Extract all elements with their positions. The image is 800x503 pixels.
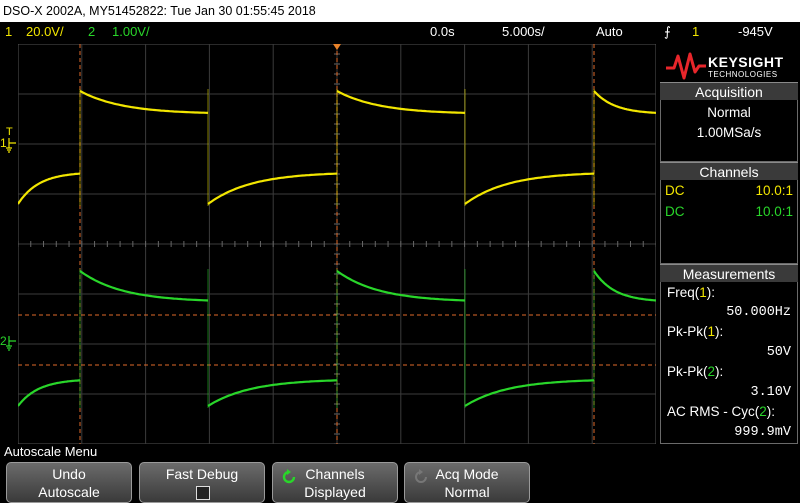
fast-debug-button[interactable]: Fast Debug: [139, 462, 265, 503]
acq-mode-button[interactable]: Acq Mode Normal: [404, 462, 530, 503]
svg-text:2: 2: [0, 334, 7, 348]
acq-mode-line2: Normal: [444, 484, 490, 500]
fast-debug-label: Fast Debug: [165, 466, 239, 482]
channels-displayed-button[interactable]: Channels Displayed: [272, 462, 398, 503]
status-bar: 1 20.0V/ 2 1.00V/ 0.0s 5.000s/ Auto ⨍ 1 …: [0, 22, 800, 42]
trigger-channel[interactable]: 1: [692, 22, 699, 42]
meas-pkpk2-label: Pk-Pk(2):: [667, 364, 724, 379]
ch1-scale[interactable]: 20.0V/: [26, 22, 64, 42]
ch2-label[interactable]: 2: [88, 22, 95, 42]
fast-debug-checkbox[interactable]: [196, 486, 210, 500]
acquisition-header[interactable]: Acquisition: [660, 82, 798, 100]
meas-pkpk1-value: 50V: [766, 345, 791, 360]
acquisition-rate: 1.00MSa/s: [696, 125, 762, 140]
ch1-ground-marker[interactable]: 1: [0, 132, 18, 154]
ch1-coupling: DC: [665, 183, 685, 198]
time-delay[interactable]: 0.0s: [430, 22, 455, 42]
ch1-ground-icon: 1: [0, 136, 16, 153]
ch2-ground-marker[interactable]: 2: [0, 330, 18, 352]
channels-box: DC 10.0:1 DC 10.0:1: [660, 180, 798, 264]
undo-autoscale-button[interactable]: Undo Autoscale: [6, 462, 132, 503]
waveform-canvas: [18, 44, 656, 444]
trigger-mode[interactable]: Auto: [596, 22, 623, 42]
keysight-logo: KEYSIGHT TECHNOLOGIES: [660, 46, 798, 86]
menu-title: Autoscale Menu: [0, 444, 800, 460]
acquisition-box: Normal 1.00MSa/s: [660, 100, 798, 162]
info-panel: KEYSIGHT TECHNOLOGIES Acquisition Normal…: [658, 44, 800, 444]
ch2-coupling: DC: [665, 204, 685, 219]
meas-acrms-label: AC RMS - Cyc(2):: [667, 404, 776, 419]
ch1-label[interactable]: 1: [5, 22, 12, 42]
ch1-probe: 10.0:1: [755, 183, 793, 198]
brand-name: KEYSIGHT: [708, 54, 784, 70]
channels-header[interactable]: Channels: [660, 162, 798, 180]
meas-freq-value: 50.000Hz: [726, 305, 791, 320]
trigger-position-marker: [333, 44, 341, 50]
waveform-display[interactable]: [18, 44, 656, 444]
meas-pkpk2-value: 3.10V: [750, 385, 791, 400]
softkey-bar: Undo Autoscale Fast Debug Channels Displ…: [0, 460, 800, 503]
svg-text:1: 1: [0, 136, 7, 150]
keysight-wave-icon: [666, 52, 706, 80]
trigger-level[interactable]: -945V: [738, 22, 773, 42]
meas-acrms-value: 999.9mV: [734, 425, 791, 440]
measurements-box: Freq(1): 50.000Hz Pk-Pk(1): 50V Pk-Pk(2)…: [660, 282, 798, 444]
undo-autoscale-line1: Undo: [52, 466, 86, 482]
acq-mode-line1: Acq Mode: [435, 466, 499, 482]
undo-autoscale-line2: Autoscale: [38, 484, 100, 500]
meas-pkpk1-label: Pk-Pk(1):: [667, 324, 724, 339]
ch2-ground-icon: 2: [0, 334, 16, 351]
time-scale[interactable]: 5.000s/: [502, 22, 545, 42]
acquisition-mode: Normal: [707, 105, 751, 120]
trigger-slope-icon: ⨍: [664, 24, 671, 39]
title-bar: DSO-X 2002A, MY51452822: Tue Jan 30 01:5…: [0, 0, 800, 22]
meas-freq-label: Freq(1):: [667, 285, 716, 300]
brand-sub: TECHNOLOGIES: [708, 70, 778, 79]
measurements-header[interactable]: Measurements: [660, 264, 798, 282]
ch2-scale[interactable]: 1.00V/: [112, 22, 150, 42]
channels-displayed-line1: Channels: [305, 466, 365, 482]
ch2-probe: 10.0:1: [755, 204, 793, 219]
channels-displayed-line2: Displayed: [304, 484, 366, 500]
